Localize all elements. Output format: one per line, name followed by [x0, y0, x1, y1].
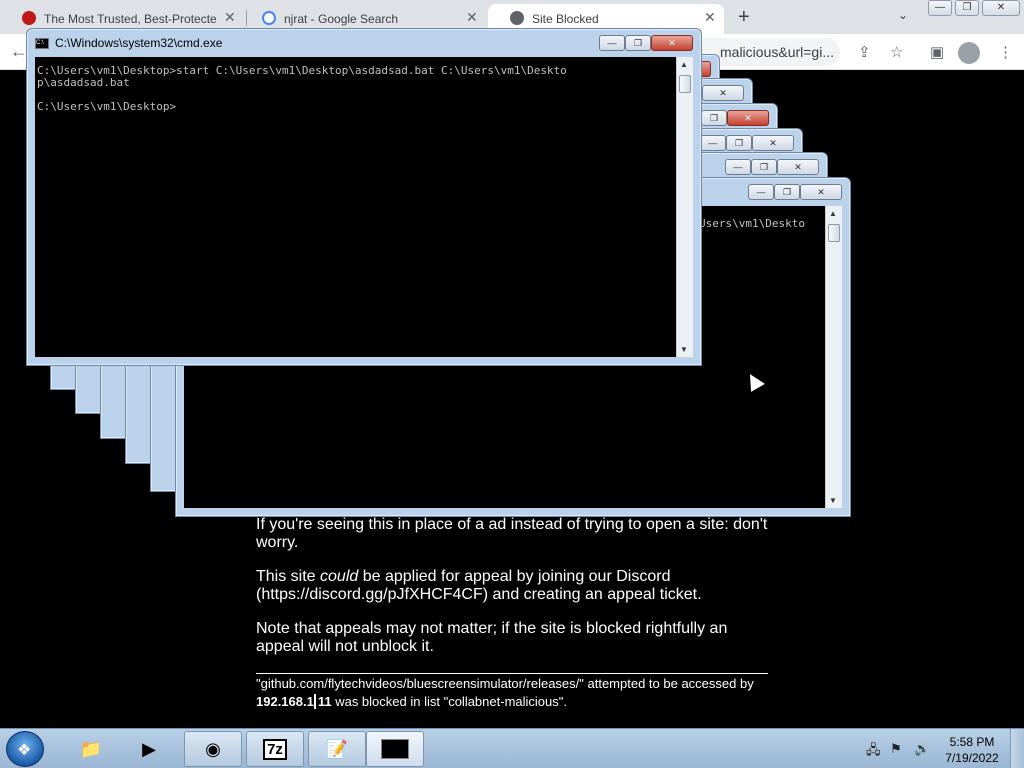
close-button[interactable]: ✕: [651, 35, 693, 51]
scroll-up-icon[interactable]: ▲: [680, 60, 688, 69]
windows-logo-icon: ❖: [17, 742, 32, 759]
maximize-button[interactable]: ❐: [701, 110, 727, 126]
minimize-button[interactable]: —: [928, 0, 952, 16]
cmd-window-controls: —❐✕: [599, 35, 693, 51]
minimize-button[interactable]: —: [700, 135, 726, 151]
new-tab-button[interactable]: +: [738, 6, 750, 29]
close-tab-icon[interactable]: ✕: [704, 9, 716, 26]
minimize-button[interactable]: —: [725, 159, 751, 175]
media-player-icon[interactable]: ▶: [120, 731, 178, 767]
footer-ip-end: 11: [313, 694, 332, 709]
appeal-emphasis: could: [320, 568, 359, 585]
close-button[interactable]: ✕: [777, 159, 819, 175]
appeal-text: This site: [256, 568, 321, 585]
footer-text-end: was blocked in list "collabnet-malicious…: [331, 694, 567, 709]
maximize-button[interactable]: ❐: [955, 0, 979, 16]
desktop: The Most Trusted, Best-Protected ✕ njrat…: [0, 0, 1024, 768]
tab-search-icon[interactable]: ⌄: [898, 8, 908, 22]
notepad-icon[interactable]: 📝: [308, 731, 366, 767]
chrome-menu-icon[interactable]: ⋮: [998, 43, 1013, 61]
block-footer: "github.com/flytechvideos/bluescreensimu…: [256, 675, 776, 711]
clock-date: 7/19/2022: [945, 751, 999, 765]
vertical-scrollbar[interactable]: ▲ ▼: [825, 206, 842, 508]
google-icon: [262, 11, 276, 25]
close-button[interactable]: ✕: [752, 135, 794, 151]
console-text: Users\vm1\Deskto: [699, 218, 805, 230]
minimize-button[interactable]: —: [748, 184, 774, 200]
cmd-title: C:\Windows\system32\cmd.exe: [55, 36, 223, 50]
close-window-button[interactable]: ✕: [982, 0, 1020, 16]
scroll-down-icon[interactable]: ▼: [829, 496, 837, 505]
tab-title: njrat - Google Search: [284, 12, 399, 26]
7zip-icon[interactable]: 7z: [246, 731, 304, 767]
scroll-down-icon[interactable]: ▼: [680, 345, 688, 354]
cmd-window-front[interactable]: C:\ C:\Windows\system32\cmd.exe — ❐ ✕ C:\U…: [26, 28, 702, 366]
network-icon[interactable]: 🖧: [866, 741, 881, 763]
volume-icon[interactable]: 🔊: [914, 741, 930, 757]
cmd-window-controls: —❐✕: [700, 135, 794, 151]
info-paragraph: If you're seeing this in place of a ad i…: [256, 516, 768, 551]
cmd-icon: C:\: [35, 38, 49, 49]
maximize-button[interactable]: ❐: [751, 159, 777, 175]
chrome-icon[interactable]: ◉: [184, 731, 242, 767]
divider: [256, 673, 768, 674]
cmd-icon[interactable]: [366, 731, 424, 767]
show-desktop-button[interactable]: [1010, 729, 1024, 768]
close-button[interactable]: ✕: [727, 110, 769, 126]
appeal-paragraph: This site could be applied for appeal by…: [256, 568, 776, 604]
bookmark-star-icon[interactable]: ☆: [890, 43, 903, 61]
7zip-label: 7z: [263, 738, 287, 760]
taskbar: ❖ 📁 ▶ ◉ 7z 📝 🖧 ⚑ 🔊 5:58 PM 7/19/2022: [0, 728, 1024, 768]
console-text: C:\Users\vm1\Desktop>start C:\Users\vm1\…: [37, 65, 567, 113]
console-area[interactable]: C:\Users\vm1\Desktop>start C:\Users\vm1\…: [35, 57, 693, 357]
maximize-button[interactable]: ❐: [726, 135, 752, 151]
scroll-up-icon[interactable]: ▲: [829, 209, 837, 218]
close-button[interactable]: ✕: [800, 184, 842, 200]
maximize-button[interactable]: ❐: [774, 184, 800, 200]
profile-avatar[interactable]: [958, 42, 980, 64]
clock-time: 5:58 PM: [949, 735, 995, 749]
vertical-scrollbar[interactable]: ▲ ▼: [676, 57, 693, 357]
maximize-button[interactable]: ❐: [625, 35, 651, 51]
scroll-thumb[interactable]: [828, 224, 840, 242]
scroll-thumb[interactable]: [679, 75, 691, 93]
mcafee-icon: [22, 11, 36, 25]
globe-icon: [510, 11, 524, 25]
footer-text: "github.com/flytechvideos/bluescreensimu…: [256, 676, 754, 691]
close-button[interactable]: ✕: [702, 85, 744, 101]
close-tab-icon[interactable]: ✕: [466, 9, 478, 26]
chrome-window-controls: — ❐ ✕: [928, 0, 1023, 17]
start-button[interactable]: ❖: [6, 731, 44, 767]
cmd-window-controls: —❐✕: [725, 159, 819, 175]
explorer-icon[interactable]: 📁: [62, 731, 120, 767]
close-tab-icon[interactable]: ✕: [224, 9, 236, 26]
side-panel-icon[interactable]: ▣: [930, 43, 944, 61]
share-icon[interactable]: ⇪: [858, 43, 871, 61]
minimize-button[interactable]: —: [599, 35, 625, 51]
url-text: malicious&url=gi...: [720, 44, 834, 60]
system-clock[interactable]: 5:58 PM 7/19/2022: [944, 734, 1000, 766]
cmd-window-controls: —❐✕: [748, 184, 842, 200]
note-paragraph: Note that appeals may not matter; if the…: [256, 620, 728, 655]
footer-ip: 192.168.1: [256, 694, 314, 709]
tab-title: The Most Trusted, Best-Protected: [44, 12, 216, 26]
action-center-icon[interactable]: ⚑: [890, 741, 902, 757]
tab-title: Site Blocked: [532, 12, 599, 26]
